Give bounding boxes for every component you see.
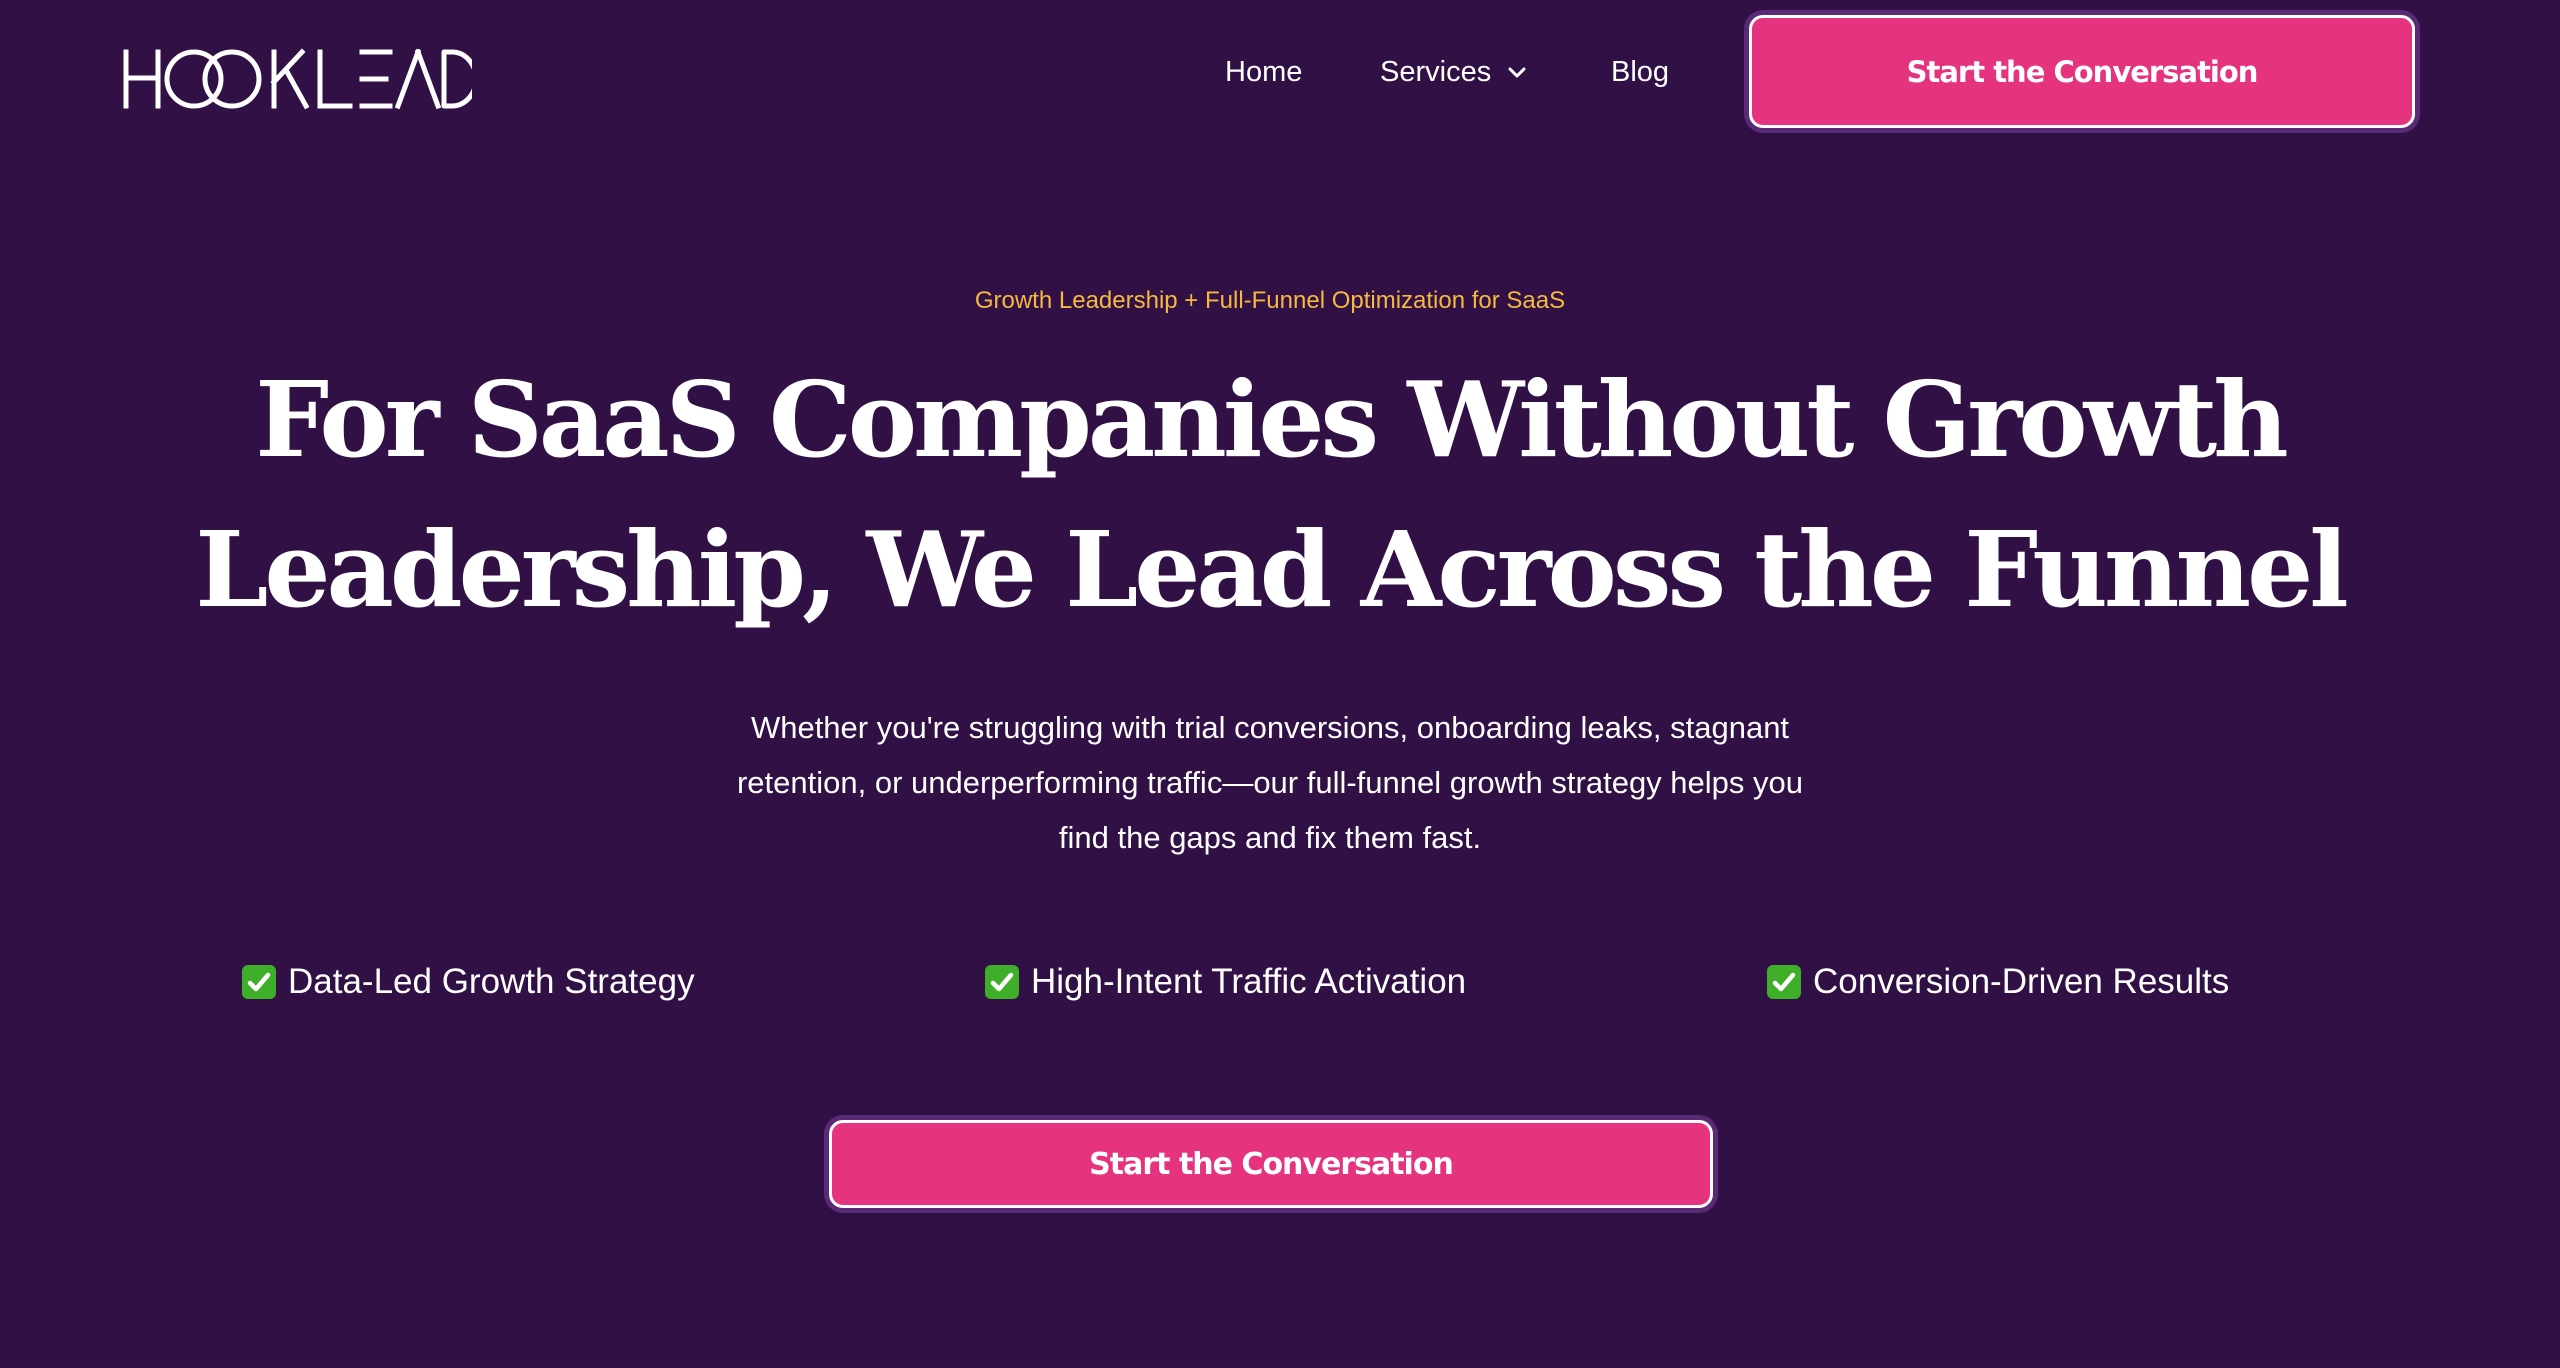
check-mark-icon — [242, 965, 276, 999]
feature-label: Data-Led Growth Strategy — [288, 962, 695, 1001]
hero-subtext-line: find the gaps and fix them fast. — [1058, 820, 1482, 855]
hero-start-conversation-button[interactable]: Start the Conversation — [829, 1120, 1713, 1208]
site-header: Home Services Blog Start the Conversatio… — [0, 0, 2560, 145]
hooklead-logo-mark — [123, 48, 472, 110]
hero-subtext-line: Whether you're struggling with trial con… — [750, 710, 1790, 745]
feature-item: Data-Led Growth Strategy — [242, 958, 695, 1006]
feature-label: High-Intent Traffic Activation — [1031, 962, 1467, 1001]
hero-headline-line: Leadership, We Lead Across the Funnel — [195, 508, 2349, 631]
feature-label: Conversion-Driven Results — [1813, 962, 2230, 1001]
chevron-down-icon[interactable] — [1506, 62, 1528, 84]
hero-eyebrow: Growth Leadership + Full-Funnel Optimiza… — [974, 287, 1566, 314]
header-start-conversation-button[interactable]: Start the Conversation — [1749, 15, 2415, 128]
nav-blog-link[interactable]: Blog — [1611, 50, 1669, 94]
hero-subtext: Whether you're struggling with trial con… — [640, 700, 1900, 865]
nav-home-link[interactable]: Home — [1225, 50, 1302, 94]
check-mark-icon — [985, 965, 1019, 999]
feature-item: High-Intent Traffic Activation — [985, 958, 1466, 1006]
hero-headline-line: For SaaS Companies Without Growth — [255, 358, 2289, 481]
hooklead-logo[interactable] — [122, 44, 472, 114]
nav-services-link[interactable]: Services — [1380, 50, 1491, 94]
check-mark-icon — [1767, 965, 1801, 999]
hero-subtext-line: retention, or underperforming traffic—ou… — [736, 765, 1804, 800]
hero-headline: For SaaS Companies Without Growth Leader… — [0, 345, 2540, 645]
feature-item: Conversion-Driven Results — [1767, 958, 2229, 1006]
